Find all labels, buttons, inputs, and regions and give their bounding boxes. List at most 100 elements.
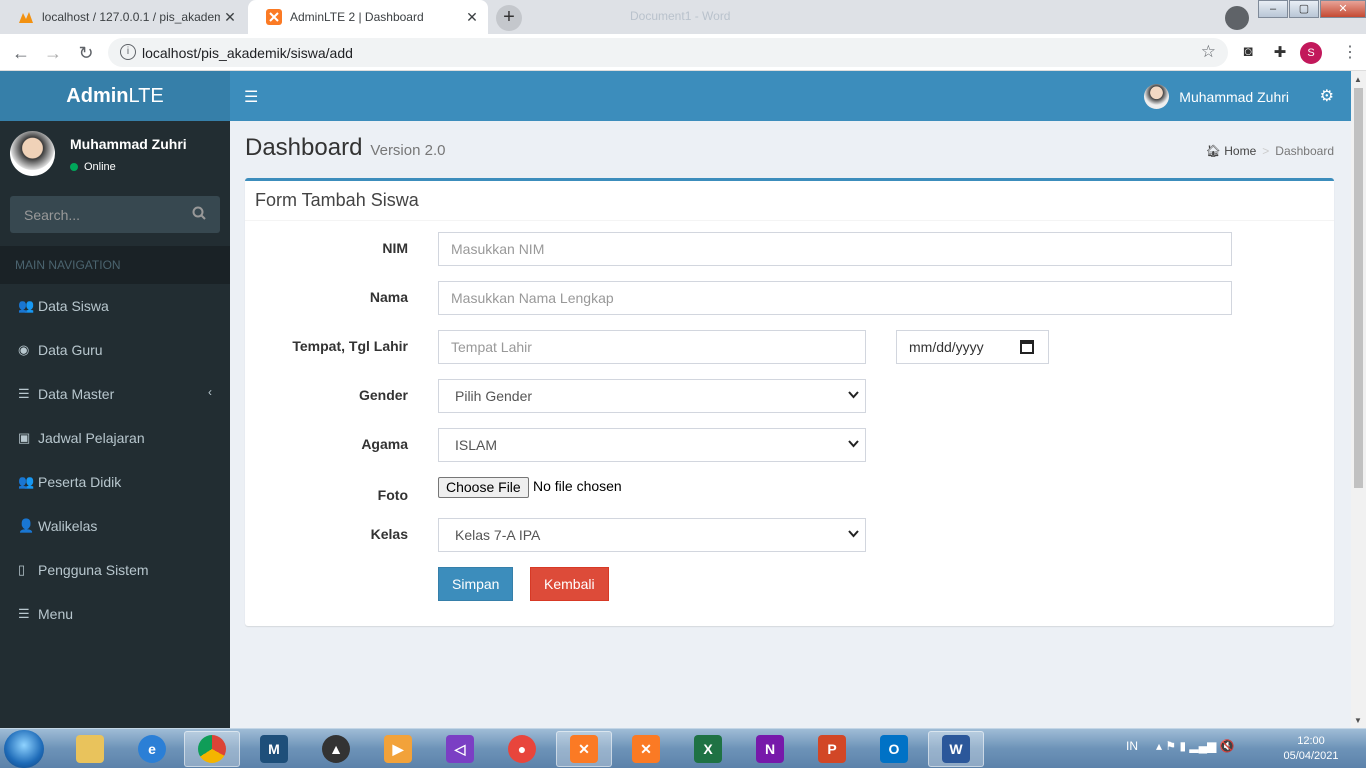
forward-arrow-icon[interactable]: →: [42, 42, 64, 64]
page-viewport: AdminLTE ☰ Muhammad Zuhri ⚙ Muhammad Zuh…: [0, 71, 1351, 728]
reload-icon[interactable]: ↻: [75, 42, 97, 64]
tempat-lahir-input[interactable]: Tempat Lahir: [438, 330, 866, 364]
user-plus-icon: 👤: [18, 518, 35, 533]
tray-icons[interactable]: ▴ ⚑ ▮ ▂▄▆ 🔇: [1156, 739, 1235, 753]
home-icon: 🏠︎: [1205, 144, 1221, 158]
windows-taskbar: e M ▲ ▶ ◁ ● ✕ ✕ X N P O W IN ▴ ⚑ ▮ ▂▄▆ 🔇…: [0, 728, 1366, 768]
scroll-up-icon[interactable]: ▲: [1354, 75, 1362, 84]
sidebar-item-data-master[interactable]: ☰ Data Master ‹: [0, 372, 230, 416]
maximize-button[interactable]: ▢: [1289, 0, 1319, 18]
chevron-down-icon: [848, 439, 859, 451]
sidebar-item-jadwal-pelajaran[interactable]: ▣ Jadwal Pelajaran: [0, 416, 230, 460]
agama-select[interactable]: ISLAM: [438, 428, 866, 462]
app-m-icon[interactable]: M: [246, 731, 302, 767]
chevron-down-icon: [848, 529, 859, 541]
language-indicator[interactable]: IN: [1126, 739, 1138, 753]
calendar-icon[interactable]: [1020, 340, 1034, 354]
extension-icon[interactable]: ◙: [1238, 43, 1258, 63]
ttl-label: Tempat, Tgl Lahir: [292, 338, 408, 354]
minimize-button[interactable]: ‒: [1258, 0, 1288, 18]
kelas-label: Kelas: [370, 526, 408, 542]
inkscape-icon[interactable]: ▲: [308, 731, 364, 767]
xampp-control-icon[interactable]: ✕: [618, 731, 674, 767]
hamburger-icon[interactable]: ☰: [244, 87, 258, 107]
nav-user-menu[interactable]: Muhammad Zuhri: [1144, 84, 1289, 109]
search-input[interactable]: [10, 196, 185, 233]
word-icon[interactable]: W: [928, 731, 984, 767]
gender-select[interactable]: Pilih Gender: [438, 379, 866, 413]
start-button[interactable]: [4, 730, 44, 768]
visual-studio-icon[interactable]: ◁: [432, 731, 488, 767]
sidebar-item-data-siswa[interactable]: 👥 Data Siswa: [0, 284, 230, 328]
powerpoint-icon[interactable]: P: [804, 731, 860, 767]
back-arrow-icon[interactable]: ←: [10, 42, 32, 64]
ie-icon[interactable]: e: [124, 731, 180, 767]
nav-user-name: Muhammad Zuhri: [1179, 88, 1289, 105]
tab-title: AdminLTE 2 | Dashboard: [290, 10, 424, 24]
content-wrapper: Dashboard Version 2.0 🏠︎ Home > Dashboard F…: [230, 121, 1351, 728]
choose-file-button[interactable]: Choose File: [438, 477, 529, 498]
media-player-icon[interactable]: ▶: [370, 731, 426, 767]
info-icon[interactable]: i: [120, 44, 136, 60]
tgl-lahir-input[interactable]: mm/dd/yyyy: [896, 330, 1049, 364]
onenote-icon[interactable]: N: [742, 731, 798, 767]
sidebar-user-name: Muhammad Zuhri: [70, 136, 187, 152]
status-badge: Online: [70, 161, 116, 173]
window-title: Document1 - Word: [630, 9, 731, 23]
excel-icon[interactable]: X: [680, 731, 736, 767]
outlook-icon[interactable]: O: [866, 731, 922, 767]
search-icon[interactable]: [192, 206, 206, 223]
calendar-plus-icon: ▣: [18, 430, 31, 445]
foto-label: Foto: [377, 487, 408, 503]
scroll-down-icon[interactable]: ▼: [1354, 716, 1362, 725]
chevron-left-icon: ‹: [208, 385, 212, 399]
close-tab-icon[interactable]: ✕: [462, 9, 482, 26]
agama-label: Agama: [361, 436, 408, 452]
nim-input[interactable]: Masukkan NIM: [438, 232, 1232, 266]
breadcrumb: 🏠︎ Home > Dashboard: [1205, 144, 1334, 158]
nim-label: NIM: [382, 240, 408, 256]
close-tab-icon[interactable]: ✕: [220, 9, 240, 26]
page-subtitle: Version 2.0: [370, 142, 446, 159]
bookmark-star-icon[interactable]: ☆: [1201, 42, 1216, 62]
close-window-button[interactable]: ✕: [1320, 0, 1366, 18]
new-tab-button[interactable]: +: [496, 5, 522, 31]
sidebar-item-walikelas[interactable]: 👤 Walikelas: [0, 504, 230, 548]
app-logo[interactable]: AdminLTE: [0, 71, 230, 121]
xampp-taskbar-icon[interactable]: ✕: [556, 731, 612, 767]
window-controls: ‒ ▢ ✕: [1257, 0, 1366, 20]
screen-recorder-icon[interactable]: ●: [494, 731, 550, 767]
file-status: No file chosen: [533, 478, 622, 494]
tab-adminlte[interactable]: AdminLTE 2 | Dashboard ✕: [248, 0, 488, 34]
cogs-icon[interactable]: ⚙: [1320, 86, 1334, 106]
sidebar-item-peserta-didik[interactable]: 👥 Peserta Didik: [0, 460, 230, 504]
kelas-select[interactable]: Kelas 7-A IPA: [438, 518, 866, 552]
scroll-thumb[interactable]: [1354, 88, 1363, 488]
breadcrumb-current: Dashboard: [1275, 144, 1334, 158]
profile-avatar[interactable]: S: [1300, 42, 1322, 64]
tab-search-icon[interactable]: [1225, 6, 1249, 30]
sidebar-item-pengguna-sistem[interactable]: ▯ Pengguna Sistem: [0, 548, 230, 592]
sidebar-item-menu[interactable]: ☰ Menu: [0, 592, 230, 636]
sidebar-search: [10, 196, 220, 233]
chrome-icon[interactable]: [184, 731, 240, 767]
tab-phpmyadmin[interactable]: localhost / 127.0.0.1 / pis_akademik ✕: [0, 0, 246, 34]
clock[interactable]: 12:00 05/04/2021: [1278, 734, 1344, 764]
address-bar[interactable]: i localhost/pis_akademik/siswa/add ☆: [108, 38, 1228, 67]
kembali-button[interactable]: Kembali: [530, 567, 609, 601]
simpan-button[interactable]: Simpan: [438, 567, 514, 601]
agama-selected: ISLAM: [455, 437, 498, 453]
avatar: [10, 131, 55, 176]
mobile-icon: ▯: [18, 562, 26, 577]
page-scrollbar[interactable]: ▲ ▼: [1351, 71, 1366, 728]
sidebar-item-data-guru[interactable]: ◉ Data Guru: [0, 328, 230, 372]
kelas-selected: Kelas 7-A IPA: [455, 527, 541, 543]
content-header: Dashboard Version 2.0: [245, 134, 445, 162]
online-dot-icon: [70, 163, 78, 171]
menu-kebab-icon[interactable]: ⋮: [1342, 42, 1358, 62]
explorer-icon[interactable]: [62, 731, 118, 767]
user-panel: Muhammad Zuhri Online: [10, 131, 220, 176]
breadcrumb-home[interactable]: Home: [1224, 144, 1256, 158]
nama-input[interactable]: Masukkan Nama Lengkap: [438, 281, 1232, 315]
puzzle-icon[interactable]: ✚: [1270, 43, 1290, 63]
